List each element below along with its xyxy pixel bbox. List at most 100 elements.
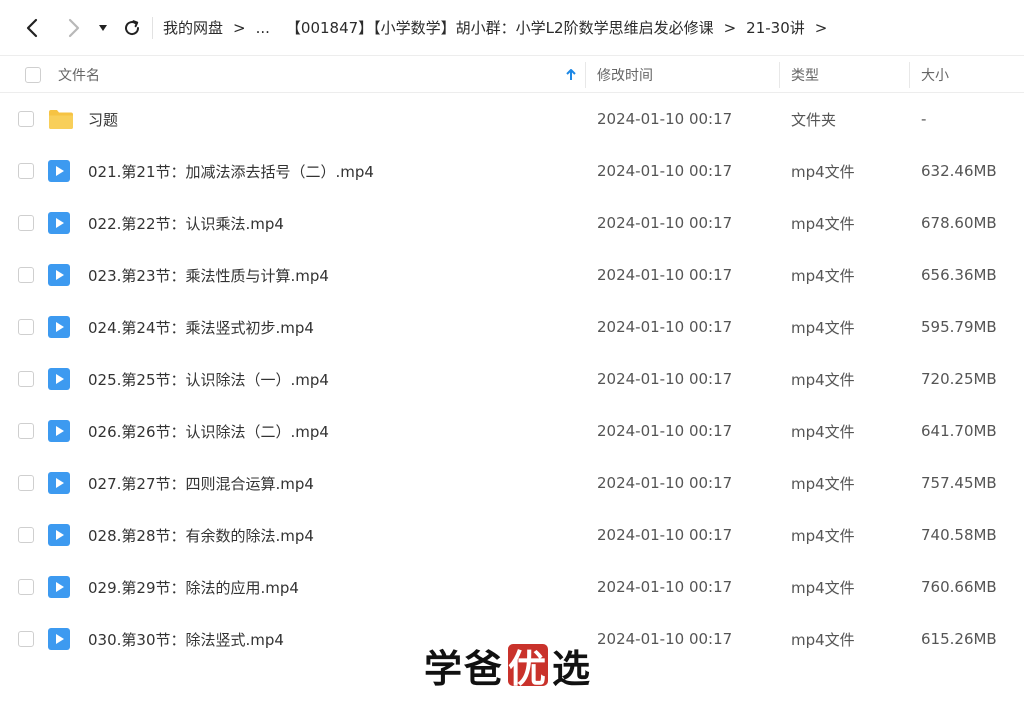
breadcrumb-item-ellipsis[interactable]: ... — [252, 19, 274, 37]
video-icon — [48, 457, 70, 509]
column-divider[interactable] — [779, 62, 780, 88]
breadcrumb-separator: > — [233, 18, 246, 37]
history-dropdown-button[interactable] — [96, 12, 110, 44]
row-checkbox-cell — [18, 561, 34, 613]
file-modified: 2024-01-10 00:17 — [597, 578, 733, 596]
file-type: mp4文件 — [791, 214, 855, 233]
row-checkbox-cell — [18, 457, 34, 509]
row-checkbox[interactable] — [18, 423, 34, 439]
file-name[interactable]: 022.第22节：认识乘法.mp4 — [88, 197, 284, 249]
file-name[interactable]: 026.第26节：认识除法（二）.mp4 — [88, 405, 329, 457]
row-checkbox[interactable] — [18, 371, 34, 387]
row-checkbox[interactable] — [18, 631, 34, 647]
file-name[interactable]: 024.第24节：乘法竖式初步.mp4 — [88, 301, 314, 353]
file-name[interactable]: 027.第27节：四则混合运算.mp4 — [88, 457, 314, 509]
row-checkbox-cell — [18, 405, 34, 457]
file-row[interactable]: 021.第21节：加减法添去括号（二）.mp4 2024-01-10 00:17 m… — [0, 145, 1024, 197]
file-name[interactable]: 021.第21节：加减法添去括号（二）.mp4 — [88, 145, 374, 197]
row-checkbox-cell — [18, 509, 34, 561]
file-name[interactable]: 023.第23节：乘法性质与计算.mp4 — [88, 249, 329, 301]
file-name[interactable]: 029.第29节：除法的应用.mp4 — [88, 561, 299, 613]
file-list: 习题 2024-01-10 00:17 文件夹 - 021.第21节：加减法添去括号（二… — [0, 93, 1024, 665]
file-name[interactable]: 习题 — [88, 93, 118, 145]
video-icon — [48, 405, 70, 457]
header-name[interactable]: 文件名 — [58, 56, 100, 93]
header-modified[interactable]: 修改时间 — [597, 56, 653, 93]
file-size: 720.25MB — [921, 370, 997, 388]
file-list-header: 文件名 修改时间 类型 大小 — [0, 55, 1024, 93]
row-checkbox-cell — [18, 145, 34, 197]
column-divider[interactable] — [585, 62, 586, 88]
file-row[interactable]: 025.第25节：认识除法（一）.mp4 2024-01-10 00:17 mp4文… — [0, 353, 1024, 405]
file-row[interactable]: 029.第29节：除法的应用.mp4 2024-01-10 00:17 mp4文件 7… — [0, 561, 1024, 613]
row-checkbox[interactable] — [18, 319, 34, 335]
file-size: 641.70MB — [921, 422, 997, 440]
file-row[interactable]: 027.第27节：四则混合运算.mp4 2024-01-10 00:17 mp4文件… — [0, 457, 1024, 509]
file-size: 615.26MB — [921, 630, 997, 648]
breadcrumb-item-current[interactable]: 21-30讲 — [742, 17, 809, 38]
video-icon — [48, 249, 70, 301]
file-modified: 2024-01-10 00:17 — [597, 266, 733, 284]
toolbar-divider — [152, 16, 153, 39]
file-modified: 2024-01-10 00:17 — [597, 110, 733, 128]
row-checkbox[interactable] — [18, 111, 34, 127]
row-checkbox[interactable] — [18, 163, 34, 179]
file-size: 757.45MB — [921, 474, 997, 492]
file-modified: 2024-01-10 00:17 — [597, 630, 733, 648]
breadcrumb: 我的网盘 > ... 【001847】【小学数学】胡小群：小学L2阶数学思维启发… — [159, 17, 833, 38]
select-all-checkbox[interactable] — [25, 66, 41, 83]
breadcrumb-separator: > — [723, 18, 737, 37]
file-name[interactable]: 030.第30节：除法竖式.mp4 — [88, 613, 284, 665]
video-icon — [48, 561, 70, 613]
file-row[interactable]: 024.第24节：乘法竖式初步.mp4 2024-01-10 00:17 mp4文件… — [0, 301, 1024, 353]
refresh-button[interactable] — [120, 12, 144, 44]
file-type: mp4文件 — [791, 318, 855, 337]
file-row[interactable]: 026.第26节：认识除法（二）.mp4 2024-01-10 00:17 mp4文… — [0, 405, 1024, 457]
file-size: 632.46MB — [921, 162, 997, 180]
row-checkbox-cell — [18, 197, 34, 249]
row-checkbox[interactable] — [18, 527, 34, 543]
file-row[interactable]: 习题 2024-01-10 00:17 文件夹 - — [0, 93, 1024, 145]
select-all-cell — [25, 56, 41, 93]
refresh-icon — [125, 19, 140, 35]
file-type: mp4文件 — [791, 266, 855, 285]
forward-button[interactable] — [62, 12, 86, 44]
watermark-char: 爸 — [464, 646, 505, 691]
file-size: 760.66MB — [921, 578, 997, 596]
file-name[interactable]: 028.第28节：有余数的除法.mp4 — [88, 509, 314, 561]
toolbar: 我的网盘 > ... 【001847】【小学数学】胡小群：小学L2阶数学思维启发… — [0, 0, 1024, 55]
row-checkbox-cell — [18, 613, 34, 665]
file-size: 595.79MB — [921, 318, 997, 336]
watermark-char: 选 — [552, 646, 593, 691]
header-type[interactable]: 类型 — [791, 56, 819, 93]
header-size[interactable]: 大小 — [921, 56, 949, 93]
row-checkbox[interactable] — [18, 475, 34, 491]
file-size: - — [921, 110, 927, 128]
row-checkbox[interactable] — [18, 215, 34, 231]
file-modified: 2024-01-10 00:17 — [597, 422, 733, 440]
video-icon — [48, 197, 70, 249]
file-row[interactable]: 023.第23节：乘法性质与计算.mp4 2024-01-10 00:17 mp4文… — [0, 249, 1024, 301]
back-button[interactable] — [20, 12, 44, 44]
chevron-right-icon — [68, 18, 80, 37]
row-checkbox[interactable] — [18, 267, 34, 283]
row-checkbox-cell — [18, 93, 34, 145]
file-row[interactable]: 028.第28节：有余数的除法.mp4 2024-01-10 00:17 mp4文件… — [0, 509, 1024, 561]
file-row[interactable]: 022.第22节：认识乘法.mp4 2024-01-10 00:17 mp4文件 67… — [0, 197, 1024, 249]
file-size: 740.58MB — [921, 526, 997, 544]
row-checkbox-cell — [18, 301, 34, 353]
file-modified: 2024-01-10 00:17 — [597, 214, 733, 232]
breadcrumb-item-course[interactable]: 【001847】【小学数学】胡小群：小学L2阶数学思维启发必修课 — [282, 17, 718, 38]
row-checkbox-cell — [18, 249, 34, 301]
file-type: mp4文件 — [791, 526, 855, 545]
row-checkbox[interactable] — [18, 579, 34, 595]
file-name[interactable]: 025.第25节：认识除法（一）.mp4 — [88, 353, 329, 405]
column-divider[interactable] — [909, 62, 910, 88]
watermark-char: 学 — [424, 646, 465, 691]
sort-ascending-icon[interactable] — [566, 56, 576, 93]
breadcrumb-item-root[interactable]: 我的网盘 — [159, 17, 227, 38]
file-modified: 2024-01-10 00:17 — [597, 526, 733, 544]
file-type: mp4文件 — [791, 422, 855, 441]
video-icon — [48, 509, 70, 561]
file-type: mp4文件 — [791, 370, 855, 389]
